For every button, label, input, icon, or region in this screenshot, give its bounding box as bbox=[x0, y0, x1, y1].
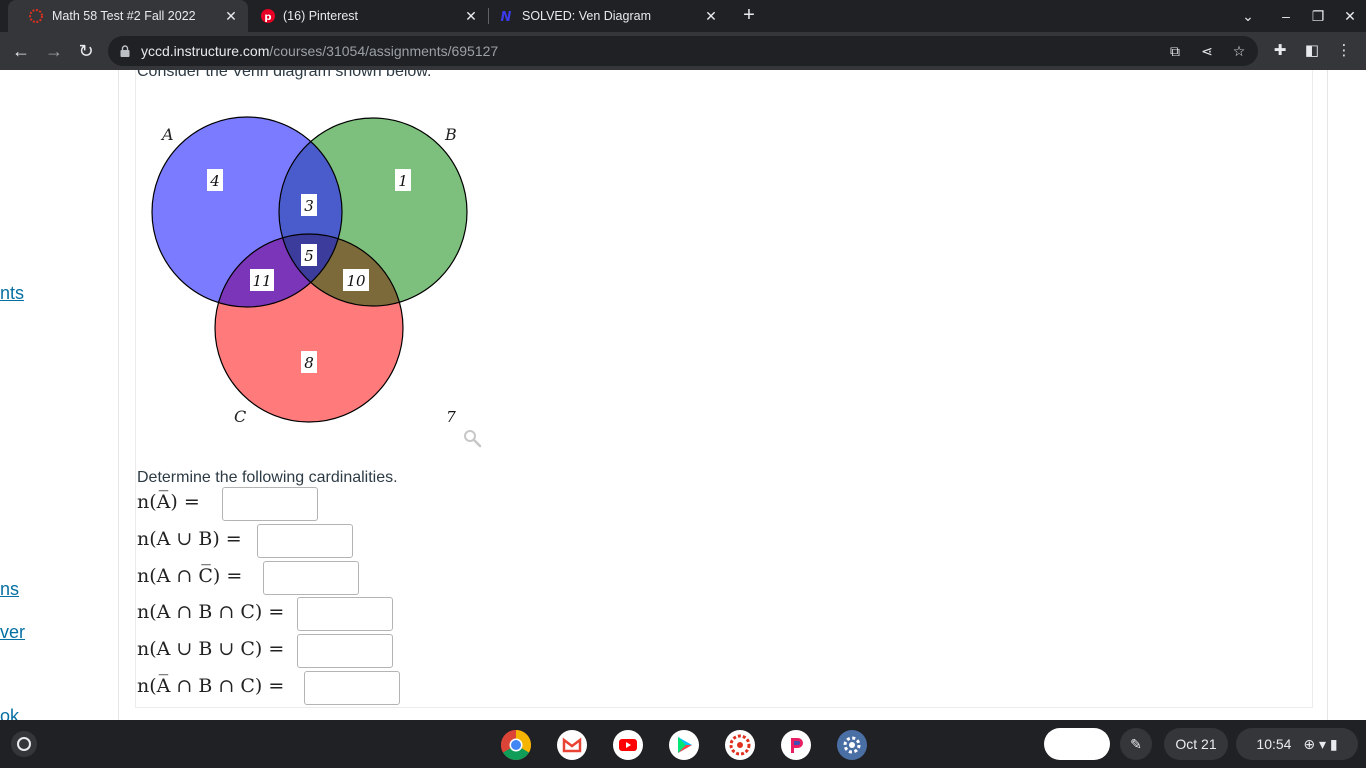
tab-strip: Math 58 Test #2 Fall 2022 ✕ p (16) Pinte… bbox=[0, 0, 1366, 32]
region-label-ab: 3 bbox=[304, 197, 314, 215]
answer-input[interactable] bbox=[297, 634, 393, 668]
set-label-b: B bbox=[444, 125, 457, 144]
restore-icon[interactable]: ❐ bbox=[1308, 6, 1328, 26]
reload-button[interactable]: ↻ bbox=[75, 40, 97, 62]
tab-pinterest[interactable]: p (16) Pinterest ✕ bbox=[248, 0, 488, 32]
url-host: yccd.instructure.com bbox=[141, 43, 270, 59]
status-area[interactable]: 10:54 ⊕ ▾ ▮ bbox=[1236, 728, 1358, 760]
tab-numerade[interactable]: N SOLVED: Ven Diagram ✕ bbox=[488, 0, 728, 32]
url-path: /courses/31054/assignments/695127 bbox=[269, 43, 499, 59]
clock-time: 10:54 bbox=[1256, 736, 1292, 752]
close-icon[interactable]: ✕ bbox=[222, 7, 240, 25]
wifi-icon: ⊕ ▾ ▮ bbox=[1303, 736, 1338, 752]
minimize-icon[interactable]: – bbox=[1276, 6, 1296, 26]
answer-input[interactable] bbox=[304, 671, 400, 705]
sidebar-link[interactable]: ok bbox=[0, 706, 19, 720]
tab-title: Math 58 Test #2 Fall 2022 bbox=[52, 9, 196, 23]
pinterest-icon: p bbox=[261, 9, 275, 23]
pocket-icon[interactable] bbox=[780, 729, 812, 761]
region-label-only-c: 8 bbox=[304, 354, 314, 372]
play-store-icon[interactable] bbox=[668, 729, 700, 761]
region-label-ac: 11 bbox=[252, 272, 271, 290]
cardinality-label: n(A ∩ C̅) = bbox=[137, 565, 243, 587]
region-label-only-b: 1 bbox=[398, 172, 408, 190]
gmail-icon[interactable] bbox=[556, 729, 588, 761]
zoom-icon[interactable] bbox=[464, 430, 482, 448]
forward-button[interactable]: → bbox=[43, 40, 65, 62]
chromeos-shelf: ✎ Oct 21 10:54 ⊕ ▾ ▮ bbox=[0, 720, 1366, 768]
settings-icon[interactable] bbox=[836, 729, 868, 761]
youtube-icon[interactable] bbox=[612, 729, 644, 761]
close-icon[interactable]: ✕ bbox=[702, 7, 720, 25]
cardinality-label: n(A ∪ B ∪ C) = bbox=[137, 638, 285, 660]
side-panel-icon[interactable]: ◧ bbox=[1302, 41, 1322, 61]
numerade-icon: N bbox=[501, 10, 512, 24]
answer-input[interactable] bbox=[222, 487, 318, 521]
tab-title: SOLVED: Ven Diagram bbox=[522, 9, 651, 23]
share-icon[interactable]: ⋖ bbox=[1198, 42, 1216, 60]
answer-input[interactable] bbox=[257, 524, 353, 558]
region-label-only-a: 4 bbox=[209, 172, 220, 190]
date-display[interactable]: Oct 21 bbox=[1164, 728, 1228, 760]
tab-title: (16) Pinterest bbox=[283, 9, 359, 23]
browser-toolbar: ← → ↻ yccd.instructure.com/courses/31054… bbox=[0, 32, 1366, 70]
tab-search-icon[interactable]: ⌄ bbox=[1238, 6, 1258, 26]
page-content: nts ns ver ok Consider the Venn diagram … bbox=[0, 70, 1366, 720]
sidebar-link[interactable]: ver bbox=[0, 622, 25, 643]
url-text[interactable]: yccd.instructure.com/courses/31054/assig… bbox=[141, 43, 498, 59]
launcher-icon[interactable] bbox=[10, 730, 38, 758]
sidebar-link[interactable]: nts bbox=[0, 283, 24, 304]
sidebar-link[interactable]: ns bbox=[0, 579, 19, 600]
bookmark-star-icon[interactable]: ☆ bbox=[1230, 42, 1248, 60]
set-label-c: C bbox=[234, 407, 246, 426]
region-label-outside: 7 bbox=[446, 408, 456, 426]
canvas-icon bbox=[29, 9, 43, 23]
address-bar[interactable]: yccd.instructure.com/courses/31054/assig… bbox=[108, 36, 1258, 66]
region-label-abc: 5 bbox=[304, 247, 314, 265]
canvas-student-icon[interactable] bbox=[724, 729, 756, 761]
set-label-a: A bbox=[160, 125, 174, 144]
answer-input[interactable] bbox=[263, 561, 359, 595]
tab-math58[interactable]: Math 58 Test #2 Fall 2022 ✕ bbox=[8, 0, 248, 32]
cardinality-label: n(A ∪ B) = bbox=[137, 528, 242, 550]
question-intro: Consider the Venn diagram shown below. bbox=[137, 70, 432, 80]
new-tab-button[interactable]: + bbox=[738, 5, 760, 27]
close-icon[interactable]: ✕ bbox=[462, 7, 480, 25]
venn-diagram: A B C 4 1 3 5 11 10 8 7 bbox=[151, 116, 482, 448]
stylus-tools-icon[interactable]: ✎ bbox=[1120, 728, 1152, 760]
region-label-bc: 10 bbox=[346, 272, 366, 290]
menu-icon[interactable]: ⋮ bbox=[1334, 41, 1354, 61]
question-prompt: Determine the following cardinalities. bbox=[137, 469, 398, 486]
svg-text:p: p bbox=[264, 12, 271, 23]
answer-input[interactable] bbox=[297, 597, 393, 631]
cardinality-label: n(A̅ ∩ B ∩ C) = bbox=[137, 675, 285, 697]
phone-hub-icon[interactable] bbox=[1044, 728, 1110, 760]
close-window-icon[interactable]: ✕ bbox=[1340, 6, 1360, 26]
svg-text:N: N bbox=[501, 10, 512, 24]
back-button[interactable]: ← bbox=[10, 40, 32, 62]
lock-icon bbox=[120, 45, 130, 57]
open-in-app-icon[interactable]: ⧉ bbox=[1166, 42, 1184, 60]
chrome-icon[interactable] bbox=[500, 729, 532, 761]
cardinality-label: n(A̅) = bbox=[137, 491, 200, 513]
extensions-icon[interactable]: ✚ bbox=[1270, 41, 1290, 61]
cardinality-label: n(A ∩ B ∩ C) = bbox=[137, 601, 285, 623]
